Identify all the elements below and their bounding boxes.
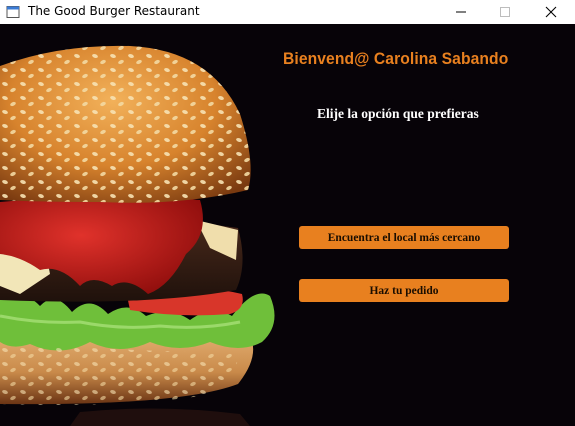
minimize-button[interactable] bbox=[438, 0, 484, 24]
window-title: The Good Burger Restaurant bbox=[28, 4, 200, 18]
app-window: The Good Burger Restaurant Bienvend@ Car… bbox=[0, 0, 575, 426]
burger-photo bbox=[0, 24, 300, 426]
close-icon bbox=[545, 6, 557, 18]
app-window-icon bbox=[6, 5, 20, 19]
close-button[interactable] bbox=[528, 0, 574, 24]
main-panel: Bienvend@ Carolina Sabando Elije la opci… bbox=[0, 24, 575, 426]
place-order-button[interactable]: Haz tu pedido bbox=[299, 279, 509, 302]
maximize-button[interactable] bbox=[482, 0, 528, 24]
welcome-message: Bienvend@ Carolina Sabando bbox=[283, 49, 509, 68]
minimize-icon bbox=[456, 11, 466, 13]
find-nearest-location-button[interactable]: Encuentra el local más cercano bbox=[299, 226, 509, 249]
maximize-icon bbox=[500, 7, 510, 17]
title-bar[interactable]: The Good Burger Restaurant bbox=[0, 0, 575, 24]
choose-option-text: Elije la opción que prefieras bbox=[317, 106, 479, 121]
